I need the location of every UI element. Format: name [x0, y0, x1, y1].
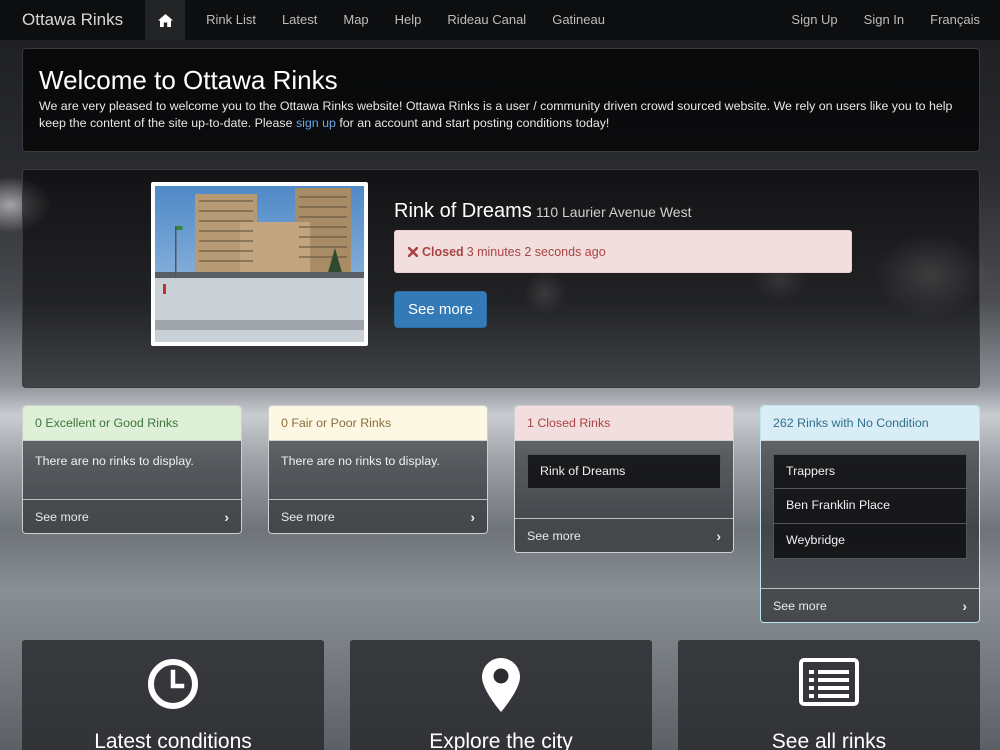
rink-address: 110 Laurier Avenue West [535, 204, 692, 220]
welcome-text-after: for an account and start posting conditi… [335, 116, 610, 130]
status-time: 3 minutes 2 seconds ago [466, 244, 606, 259]
tile-latest-conditions[interactable]: Latest conditions [22, 640, 324, 750]
nav-language[interactable]: Français [917, 0, 993, 40]
welcome-title: Welcome to Ottawa Rinks [39, 65, 338, 95]
panel-footer-see-more[interactable]: See more › [761, 588, 979, 622]
x-icon [408, 246, 418, 257]
nav-gatineau[interactable]: Gatineau [539, 0, 618, 40]
panel-empty-text: There are no rinks to display. [281, 454, 440, 468]
brand-link[interactable]: Ottawa Rinks [0, 0, 145, 40]
tile-label: See all rinks [771, 730, 887, 750]
clock-icon [148, 659, 198, 709]
list-item[interactable]: Rink of Dreams [527, 454, 721, 489]
map-marker-icon [482, 658, 520, 712]
chevron-right-icon: › [470, 508, 475, 525]
panel-closed-rinks: 1 Closed Rinks Rink of Dreams See more › [514, 405, 734, 553]
panel-list: Rink of Dreams [515, 441, 733, 518]
see-more-button[interactable]: See more [394, 291, 487, 328]
tile-see-all-rinks[interactable]: See all rinks [678, 640, 980, 750]
see-more-label: See more [773, 598, 827, 613]
tile-label: Explore the city [429, 730, 573, 750]
status-label: Closed [422, 244, 464, 259]
rink-title: Rink of Dreams 110 Laurier Avenue West [394, 200, 691, 223]
navbar: Ottawa Rinks Rink List Latest Map Help R… [0, 0, 1000, 40]
panel-good-rinks: 0 Excellent or Good Rinks There are no r… [22, 405, 242, 534]
welcome-box: Welcome to Ottawa Rinks We are very plea… [22, 48, 980, 152]
see-more-label: See more [281, 509, 335, 524]
list-item[interactable]: Trappers [773, 454, 967, 489]
nav-latest[interactable]: Latest [269, 0, 330, 40]
sign-up-link[interactable]: sign up [296, 116, 336, 130]
nav-sign-up[interactable]: Sign Up [778, 0, 850, 40]
featured-rink: Rink of Dreams 110 Laurier Avenue West Cl… [22, 169, 980, 388]
tile-label: Latest conditions [94, 730, 252, 750]
rink-photo [151, 182, 368, 346]
panel-heading: 0 Fair or Poor Rinks [269, 406, 487, 441]
nav-map[interactable]: Map [330, 0, 381, 40]
nav-sign-in[interactable]: Sign In [851, 0, 917, 40]
panel-footer-see-more[interactable]: See more › [515, 518, 733, 552]
nav-home[interactable] [145, 0, 186, 40]
status-alert: Closed 3 minutes 2 seconds ago [394, 230, 852, 273]
panel-heading: 262 Rinks with No Condition [761, 406, 979, 441]
chevron-right-icon: › [224, 508, 229, 525]
list-item[interactable]: Weybridge [773, 524, 967, 559]
panel-footer-see-more[interactable]: See more › [269, 499, 487, 533]
rink-name[interactable]: Rink of Dreams [394, 200, 532, 222]
panel-no-condition-rinks: 262 Rinks with No Condition Trappers Ben… [760, 405, 980, 623]
nav-right: Sign Up Sign In Français [778, 0, 1000, 40]
panel-heading: 0 Excellent or Good Rinks [23, 406, 241, 441]
nav-rideau-canal[interactable]: Rideau Canal [434, 0, 539, 40]
tile-explore-city[interactable]: Explore the city [350, 640, 652, 750]
panel-footer-see-more[interactable]: See more › [23, 499, 241, 533]
nav-rink-list[interactable]: Rink List [193, 0, 269, 40]
panel-list: Trappers Ben Franklin Place Weybridge [761, 441, 979, 588]
panel-fair-rinks: 0 Fair or Poor Rinks There are no rinks … [268, 405, 488, 534]
see-more-label: See more [35, 509, 89, 524]
chevron-right-icon: › [962, 597, 967, 614]
welcome-text: We are very pleased to welcome you to th… [39, 98, 963, 132]
home-icon [157, 13, 173, 27]
panel-empty-text: There are no rinks to display. [35, 454, 194, 468]
list-item[interactable]: Ben Franklin Place [773, 489, 967, 524]
chevron-right-icon: › [716, 527, 721, 544]
panel-heading: 1 Closed Rinks [515, 406, 733, 441]
nav-help[interactable]: Help [382, 0, 435, 40]
list-icon [799, 658, 859, 706]
see-more-label: See more [527, 528, 581, 543]
